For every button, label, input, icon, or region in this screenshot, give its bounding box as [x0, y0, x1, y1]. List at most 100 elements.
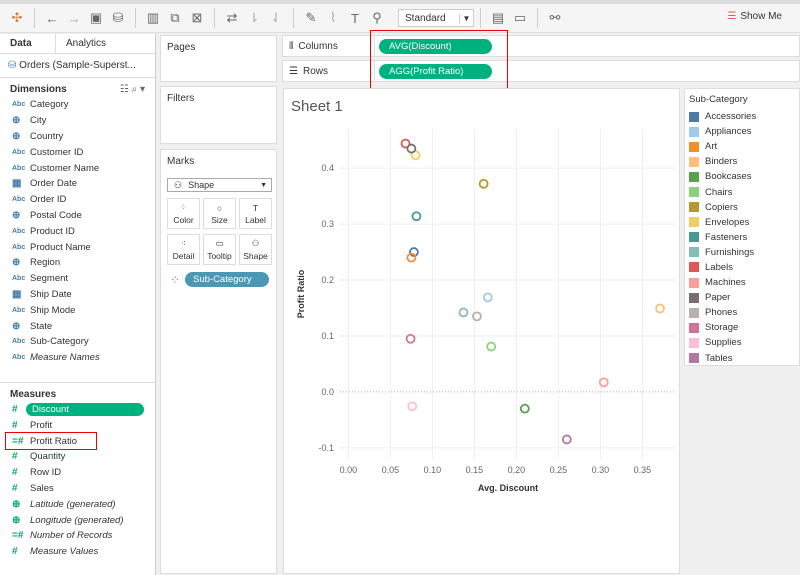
data-point-appliances[interactable] — [482, 292, 493, 303]
field-product-name[interactable]: Abc Product Name — [0, 239, 155, 255]
data-point-bookcases[interactable] — [519, 403, 530, 414]
field-profit-ratio[interactable]: =# Profit Ratio — [5, 432, 97, 450]
field-measure-values[interactable]: # Measure Values — [0, 544, 155, 560]
field-country[interactable]: ⊕ Country — [0, 129, 155, 145]
legend-item[interactable]: Storage — [685, 320, 799, 335]
field-latitude-generated[interactable]: ⊕ Latitude (generated) — [0, 496, 155, 512]
field-label: Profit — [30, 419, 53, 431]
field-longitude-generated[interactable]: ⊕ Longitude (generated) — [0, 512, 155, 528]
legend-item[interactable]: Bookcases — [685, 169, 799, 184]
pin-icon[interactable]: ⚲ — [366, 7, 388, 29]
field-state[interactable]: ⊕ State — [0, 318, 155, 334]
field-sales[interactable]: # Sales — [0, 481, 155, 497]
legend-item[interactable]: Envelopes — [685, 215, 799, 230]
pages-card[interactable]: Pages — [160, 35, 277, 82]
data-point-furnishings[interactable] — [458, 307, 469, 318]
scatter-plot[interactable]: 0.00 0.05 0.10 0.15 0.20 0.25 0.30 0.35 -0.1 0.0 0… — [284, 89, 681, 575]
detail-button[interactable]: ⁖ Detail — [167, 234, 200, 265]
field-measure-names[interactable]: Abc Measure Names — [0, 350, 155, 366]
field-ship-mode[interactable]: Abc Ship Mode — [0, 302, 155, 318]
field-product-id[interactable]: Abc Product ID — [0, 223, 155, 239]
legend-item[interactable]: Appliances — [685, 124, 799, 139]
field-label: Customer ID — [30, 146, 84, 158]
new-datasource-icon[interactable]: ⛁ — [107, 7, 129, 29]
data-point-fasteners[interactable] — [411, 211, 422, 222]
data-point-binders[interactable] — [655, 303, 665, 314]
dimensions-tools-icon[interactable]: ☷ ⌕ ▾ — [120, 84, 145, 95]
legend-item[interactable]: Binders — [685, 154, 799, 169]
duplicate-sheet-icon[interactable]: ⧉ — [164, 7, 186, 29]
sort-ascending-icon[interactable]: ⇂ — [243, 7, 265, 29]
field-postal-code[interactable]: ⊕ Postal Code — [0, 208, 155, 224]
marks-title: Marks — [167, 156, 195, 167]
field-label: Postal Code — [30, 209, 82, 221]
columns-shelf[interactable]: ⦀ Columns AVG(Discount) — [282, 35, 800, 57]
legend-item[interactable]: Accessories — [685, 109, 799, 124]
legend-item[interactable]: Supplies — [685, 335, 799, 350]
field-customer-name[interactable]: Abc Customer Name — [0, 160, 155, 176]
undo-icon[interactable]: ← — [41, 7, 63, 29]
rows-shelf[interactable]: ☰ Rows AGG(Profit Ratio) — [282, 60, 800, 82]
highlight-icon[interactable]: ✎ — [300, 7, 322, 29]
sub-category-color-pill[interactable]: Sub-Category — [185, 272, 269, 287]
clear-sheet-icon[interactable]: ⊠ — [186, 7, 208, 29]
field-order-date[interactable]: ▦ Order Date — [0, 176, 155, 192]
field-quantity[interactable]: # Quantity — [0, 449, 155, 465]
field-sub-category[interactable]: Abc Sub-Category — [0, 334, 155, 350]
legend-item[interactable]: Furnishings — [685, 245, 799, 260]
tab-data[interactable]: Data — [0, 34, 56, 53]
size-button[interactable]: ○ Size — [203, 198, 236, 229]
legend-item[interactable]: Paper — [685, 290, 799, 305]
new-worksheet-icon[interactable]: ▥ — [142, 7, 164, 29]
field-ship-date[interactable]: ▦ Ship Date — [0, 287, 155, 303]
color-legend: Sub-Category Accessories Appliances Art Bin… — [684, 88, 800, 366]
data-point-copiers[interactable] — [478, 178, 489, 189]
field-order-id[interactable]: Abc Order ID — [0, 192, 155, 208]
redo-icon[interactable]: → — [63, 7, 85, 29]
field-discount[interactable]: # Discount — [0, 402, 155, 418]
number-type-icon: # — [12, 546, 18, 558]
show-cards-icon[interactable]: ▤ — [487, 7, 509, 29]
tab-analytics[interactable]: Analytics — [56, 34, 116, 53]
share-icon[interactable]: ⚯ — [544, 7, 566, 29]
field-city[interactable]: ⊕ City — [0, 113, 155, 129]
legend-item[interactable]: Phones — [685, 305, 799, 320]
data-point-paper[interactable] — [406, 143, 417, 154]
label-icon[interactable]: T — [344, 7, 366, 29]
field-segment[interactable]: Abc Segment — [0, 271, 155, 287]
data-point-tables[interactable] — [561, 434, 572, 445]
filters-card[interactable]: Filters — [160, 86, 277, 144]
data-point-machines[interactable] — [598, 377, 609, 388]
sort-descending-icon[interactable]: ⇃ — [265, 7, 287, 29]
fit-select[interactable]: Standard ▼ — [398, 9, 474, 27]
tableau-logo-icon[interactable]: ✣ — [6, 7, 28, 29]
chevron-down-icon: ▼ — [459, 13, 473, 23]
tooltip-button[interactable]: ▭ Tooltip — [203, 234, 236, 265]
presentation-icon[interactable]: ▭ — [509, 7, 531, 29]
show-me-button[interactable]: ☰ Show Me — [727, 11, 782, 22]
field-profit[interactable]: # Profit — [0, 417, 155, 433]
legend-item[interactable]: Copiers — [685, 200, 799, 215]
legend-item[interactable]: Tables — [685, 351, 799, 366]
shape-button[interactable]: ⚇ Shape — [239, 234, 272, 265]
data-point-supplies[interactable] — [407, 401, 418, 412]
save-icon[interactable]: ▣ — [85, 7, 107, 29]
mark-type-select[interactable]: ⚇ Shape ▼ — [167, 178, 272, 192]
color-button[interactable]: ⁘ Color — [167, 198, 200, 229]
field-region[interactable]: ⊕ Region — [0, 255, 155, 271]
legend-item[interactable]: Art — [685, 139, 799, 154]
field-customer-id[interactable]: Abc Customer ID — [0, 144, 155, 160]
label-button[interactable]: T Label — [239, 198, 272, 229]
legend-item[interactable]: Machines — [685, 275, 799, 290]
field-label: Profit Ratio — [30, 435, 77, 447]
legend-item[interactable]: Fasteners — [685, 230, 799, 245]
data-point-chairs[interactable] — [486, 341, 497, 352]
legend-item[interactable]: Labels — [685, 260, 799, 275]
datasource[interactable]: ⛁ Orders (Sample-Superst... — [0, 54, 155, 78]
swap-icon[interactable]: ⇄ — [221, 7, 243, 29]
field-row-id[interactable]: # Row ID — [0, 465, 155, 481]
legend-item[interactable]: Chairs — [685, 184, 799, 199]
field-number-of-records[interactable]: =# Number of Records — [0, 528, 155, 544]
group-icon[interactable]: ⌇ — [322, 7, 344, 29]
field-category[interactable]: Abc Category — [0, 97, 155, 113]
